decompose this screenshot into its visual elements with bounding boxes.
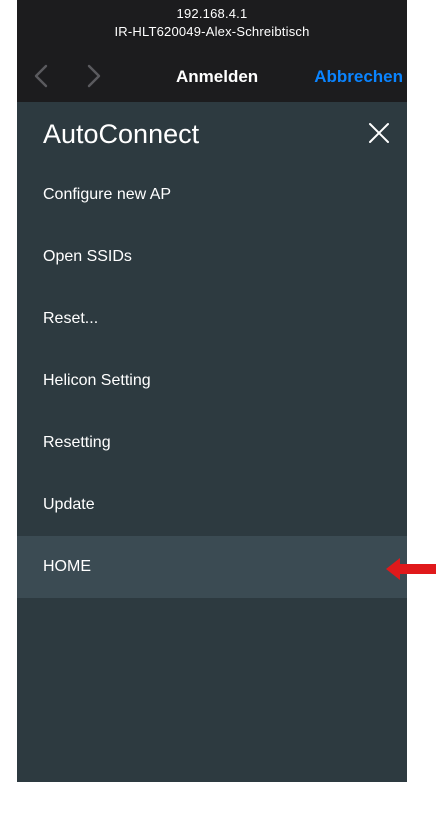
chevron-right-icon[interactable] xyxy=(82,63,104,89)
menu-item-resetting[interactable]: Resetting xyxy=(17,412,407,474)
phone-screen: 192.168.4.1 IR-HLT620049-Alex-Schreibtis… xyxy=(17,0,407,782)
menu-title: AutoConnect xyxy=(43,119,200,149)
menu-item-helicon-setting[interactable]: Helicon Setting xyxy=(17,350,407,412)
chevron-left-icon[interactable] xyxy=(31,63,53,89)
host-ip-address: 192.168.4.1 xyxy=(176,6,248,21)
cancel-button[interactable]: Abbrechen xyxy=(314,67,403,87)
browser-topbar: 192.168.4.1 IR-HLT620049-Alex-Schreibtis… xyxy=(17,0,407,102)
menu-list: Configure new AP Open SSIDs Reset... Hel… xyxy=(17,164,407,598)
menu-header: AutoConnect xyxy=(17,102,407,164)
host-name: IR-HLT620049-Alex-Schreibtisch xyxy=(114,24,310,39)
menu-item-update[interactable]: Update xyxy=(17,474,407,536)
menu-item-reset[interactable]: Reset... xyxy=(17,288,407,350)
menu-item-home[interactable]: HOME xyxy=(17,536,407,598)
menu-item-configure-new-ap[interactable]: Configure new AP xyxy=(17,164,407,226)
close-icon[interactable] xyxy=(367,121,391,145)
red-arrow-icon xyxy=(386,558,436,580)
menu-item-open-ssids[interactable]: Open SSIDs xyxy=(17,226,407,288)
nav-title: Anmelden xyxy=(176,67,259,86)
